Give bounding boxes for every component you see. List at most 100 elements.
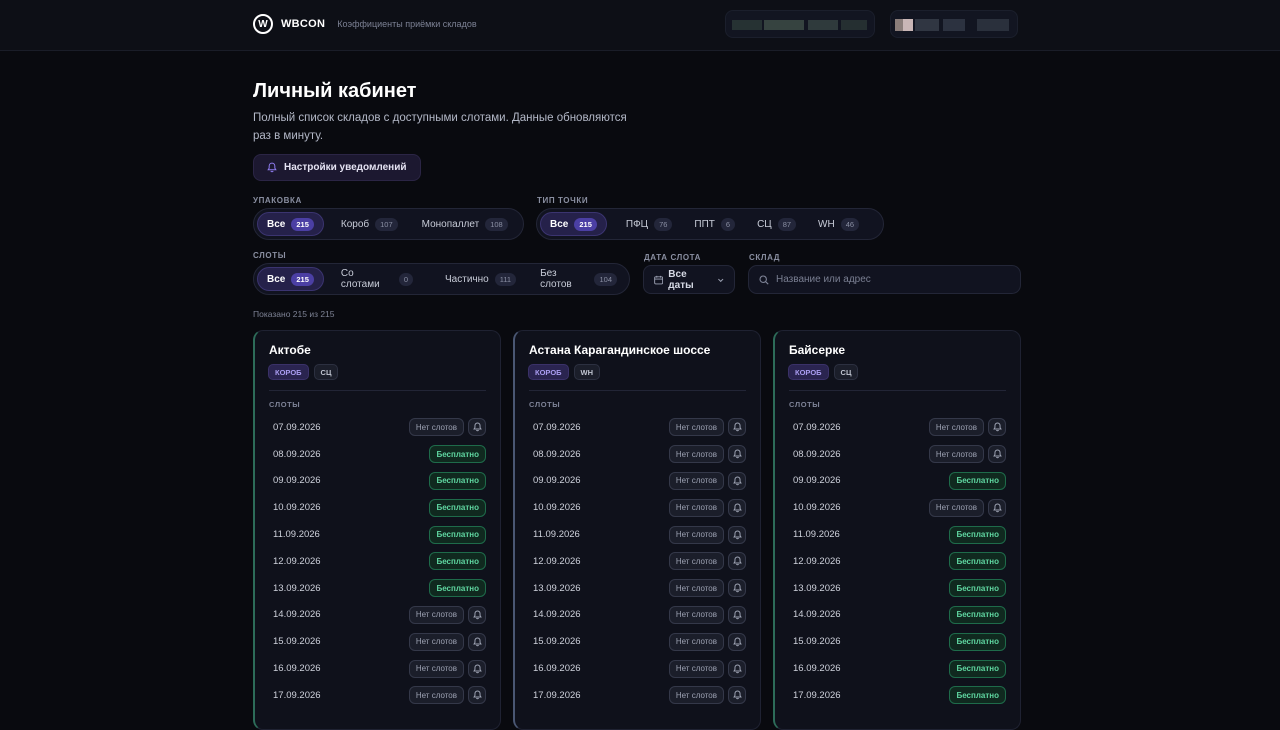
logo-text: WBCON <box>281 18 326 30</box>
warehouse-title: Байсерке <box>789 343 846 357</box>
subscribe-slot-button[interactable] <box>468 605 486 624</box>
slots-option-with-slots[interactable]: Со слотами 0 <box>332 267 422 291</box>
warehouse-title: Актобе <box>269 343 311 357</box>
point-type-option-pfc[interactable]: ПФЦ 76 <box>617 212 682 236</box>
point-type-option-wh[interactable]: WH 46 <box>809 212 868 236</box>
packaging-option-all[interactable]: Все 215 <box>257 212 324 236</box>
notification-settings-button[interactable]: Настройки уведомлений <box>253 154 421 181</box>
subscribe-slot-button[interactable] <box>468 632 486 651</box>
slot-status-badge: Бесплатно <box>429 445 486 464</box>
bell-icon <box>472 422 482 432</box>
slot-date: 17.09.2026 <box>793 689 841 701</box>
user-menu-redacted[interactable] <box>890 10 1018 38</box>
slots-label: СЛОТЫ <box>269 400 301 409</box>
slot-status-badge: Нет слотов <box>928 445 984 464</box>
subscribe-slot-button[interactable] <box>728 445 746 464</box>
slot-status-badge: Нет слотов <box>408 659 464 678</box>
slot-status-badge: Нет слотов <box>408 632 464 651</box>
slot-date: 11.09.2026 <box>533 529 580 541</box>
slot-status-badge: Бесплатно <box>429 471 486 490</box>
slot-list: 07.09.2026 Нет слотов 08.09.2026 Нет слотов… <box>515 414 760 709</box>
slot-status-badge: Нет слотов <box>408 686 464 705</box>
slot-status-badge: Бесплатно <box>429 498 486 517</box>
slot-row: 14.09.2026 Бесплатно <box>775 602 1020 629</box>
slot-row: 08.09.2026 Нет слотов <box>515 441 760 468</box>
warehouse-tags: КОРОБ СЦ <box>788 364 859 380</box>
slot-row: 11.09.2026 Бесплатно <box>255 521 500 548</box>
type-tag: СЦ <box>313 364 339 380</box>
slot-date: 16.09.2026 <box>793 663 841 675</box>
subscribe-slot-button[interactable] <box>468 686 486 705</box>
slot-date: 16.09.2026 <box>533 663 581 675</box>
account-info-redacted <box>725 10 875 38</box>
slot-date: 12.09.2026 <box>273 555 321 567</box>
logo[interactable]: W WBCON Коэффициенты приёмки складов <box>253 14 477 34</box>
subscribe-slot-button[interactable] <box>728 579 746 598</box>
subscribe-slot-button[interactable] <box>988 445 1006 464</box>
option-label: WH <box>818 218 835 230</box>
slot-date-select[interactable]: Все даты <box>643 265 735 294</box>
subscribe-slot-button[interactable] <box>728 471 746 490</box>
option-count: 108 <box>485 217 508 231</box>
type-tag: КОРОБ <box>268 364 309 380</box>
option-label: ПФЦ <box>625 218 649 230</box>
slot-status-badge: Нет слотов <box>668 418 724 437</box>
subscribe-slot-button[interactable] <box>728 525 746 544</box>
point-type-option-ppt[interactable]: ППТ 6 <box>685 212 744 236</box>
slot-row: 07.09.2026 Нет слотов <box>255 414 500 441</box>
subscribe-slot-button[interactable] <box>728 552 746 571</box>
option-count: 87 <box>777 217 797 231</box>
slot-row: 10.09.2026 Нет слотов <box>515 494 760 521</box>
subscribe-slot-button[interactable] <box>728 686 746 705</box>
point-type-filter: Все 215 ПФЦ 76 ППТ 6 СЦ 87 WH 46 <box>536 208 884 240</box>
slot-date: 07.09.2026 <box>793 421 841 433</box>
packaging-option-box[interactable]: Короб 107 <box>332 212 407 236</box>
packaging-option-monopallet[interactable]: Монопаллет 108 <box>413 212 517 236</box>
point-type-option-all[interactable]: Все 215 <box>540 212 607 236</box>
bell-icon <box>472 637 482 647</box>
slots-option-all[interactable]: Все 215 <box>257 267 324 291</box>
slot-status-badge: Нет слотов <box>668 659 724 678</box>
subscribe-slot-button[interactable] <box>728 632 746 651</box>
warehouse-card[interactable]: Актобе КОРОБ СЦ СЛОТЫ 07.09.2026 Нет слотов 08… <box>253 330 501 730</box>
subscribe-slot-button[interactable] <box>728 605 746 624</box>
warehouse-card[interactable]: Байсерке КОРОБ СЦ СЛОТЫ 07.09.2026 Нет слотов… <box>773 330 1021 730</box>
slot-status-badge: Бесплатно <box>949 659 1006 678</box>
slot-date: 15.09.2026 <box>533 636 581 648</box>
slot-date: 09.09.2026 <box>533 475 581 487</box>
option-label: Все <box>267 218 286 230</box>
slot-date: 13.09.2026 <box>273 582 321 594</box>
bell-icon <box>732 610 742 620</box>
slots-option-no-slots[interactable]: Без слотов 104 <box>531 267 626 291</box>
subscribe-slot-button[interactable] <box>988 498 1006 517</box>
slots-option-partial[interactable]: Частично 111 <box>436 267 525 291</box>
option-count: 215 <box>291 272 314 286</box>
subscribe-slot-button[interactable] <box>988 418 1006 437</box>
slot-date: 10.09.2026 <box>793 502 841 514</box>
slot-date: 12.09.2026 <box>533 555 581 567</box>
slot-row: 16.09.2026 Бесплатно <box>775 655 1020 682</box>
slot-row: 12.09.2026 Бесплатно <box>775 548 1020 575</box>
option-count: 215 <box>574 217 597 231</box>
slot-row: 07.09.2026 Нет слотов <box>775 414 1020 441</box>
slots-label: СЛОТЫ <box>789 400 821 409</box>
warehouse-card[interactable]: Астана Карагандинское шоссе КОРОБ WH СЛОТЫ 0… <box>513 330 761 730</box>
slot-date: 14.09.2026 <box>273 609 321 621</box>
bell-icon <box>732 637 742 647</box>
slots-filter: Все 215 Со слотами 0 Частично 111 Без слото… <box>253 263 630 295</box>
slot-row: 17.09.2026 Бесплатно <box>775 682 1020 709</box>
subscribe-slot-button[interactable] <box>468 659 486 678</box>
warehouse-search-input[interactable] <box>776 274 996 285</box>
slot-row: 07.09.2026 Нет слотов <box>515 414 760 441</box>
point-type-option-sc[interactable]: СЦ 87 <box>748 212 805 236</box>
slot-date: 11.09.2026 <box>273 529 320 541</box>
slot-row: 09.09.2026 Нет слотов <box>515 468 760 495</box>
chevron-down-icon <box>717 278 723 282</box>
subscribe-slot-button[interactable] <box>728 498 746 517</box>
subscribe-slot-button[interactable] <box>728 418 746 437</box>
page-title: Личный кабинет <box>253 80 417 102</box>
slot-status-badge: Нет слотов <box>668 605 724 624</box>
subscribe-slot-button[interactable] <box>468 418 486 437</box>
packaging-filter-label: УПАКОВКА <box>253 196 302 205</box>
subscribe-slot-button[interactable] <box>728 659 746 678</box>
